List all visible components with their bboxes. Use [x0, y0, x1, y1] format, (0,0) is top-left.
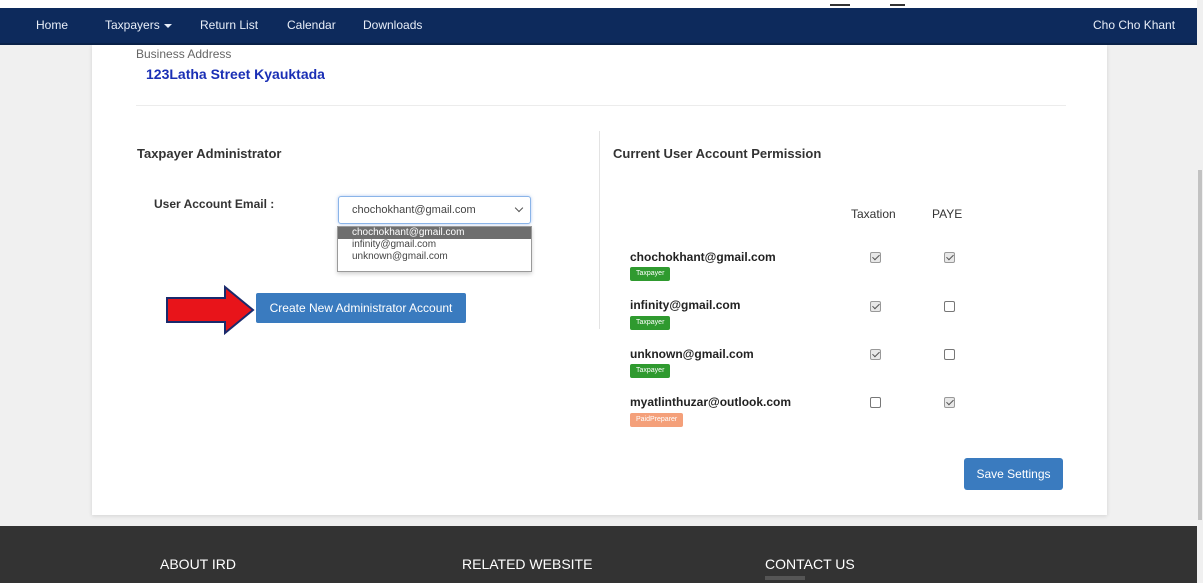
- nav-return-list[interactable]: Return List: [200, 18, 258, 32]
- nav-taxpayers[interactable]: Taxpayers: [105, 18, 172, 32]
- caret-down-icon: [163, 23, 172, 28]
- nav-home[interactable]: Home: [36, 18, 68, 32]
- footer-related-heading: RELATED WEBSITE: [462, 556, 593, 572]
- footer-contact-underline: [765, 576, 805, 580]
- top-decoration: [830, 0, 850, 6]
- nav-user-name[interactable]: Cho Cho Khant: [1093, 18, 1175, 32]
- taxpayer-admin-title: Taxpayer Administrator: [137, 146, 282, 161]
- dropdown-option[interactable]: infinity@gmail.com: [338, 239, 531, 251]
- user-email-select[interactable]: chochokhant@gmail.com: [338, 196, 531, 224]
- top-decoration: [890, 0, 905, 6]
- business-address-label: Business Address: [136, 47, 232, 61]
- create-admin-account-button[interactable]: Create New Administrator Account: [256, 293, 466, 323]
- save-settings-button[interactable]: Save Settings: [964, 458, 1063, 490]
- user-email-label: User Account Email :: [154, 197, 275, 211]
- page-scrollbar[interactable]: [1197, 0, 1203, 583]
- permission-email: infinity@gmail.com: [630, 298, 741, 312]
- taxation-checkbox[interactable]: [870, 301, 881, 312]
- taxation-checkbox[interactable]: [870, 349, 881, 360]
- permission-email: unknown@gmail.com: [630, 347, 754, 361]
- footer-contact-heading: CONTACT US: [765, 556, 855, 572]
- red-arrow-annotation: [166, 285, 255, 335]
- email-dropdown-list: chochokhant@gmail.com infinity@gmail.com…: [337, 226, 532, 272]
- taxpayer-card: Business Address 123Latha Street Kyaukta…: [92, 45, 1107, 515]
- nav-taxpayers-label: Taxpayers: [105, 18, 160, 32]
- permissions-title: Current User Account Permission: [613, 146, 822, 161]
- role-badge: Taxpayer: [630, 364, 671, 378]
- role-badge: Taxpayer: [630, 316, 671, 330]
- selected-email-value: chochokhant@gmail.com: [352, 204, 476, 216]
- taxation-checkbox[interactable]: [870, 252, 881, 263]
- dropdown-option[interactable]: chochokhant@gmail.com: [338, 227, 531, 239]
- chevron-down-icon: [514, 203, 524, 213]
- paye-checkbox[interactable]: [944, 252, 955, 263]
- footer-about-heading: ABOUT IRD: [160, 556, 236, 572]
- role-badge: Taxpayer: [630, 267, 671, 281]
- top-navbar: Home Taxpayers Return List Calendar Down…: [0, 8, 1197, 45]
- paye-checkbox[interactable]: [944, 301, 955, 312]
- column-header-paye: PAYE: [932, 207, 963, 221]
- column-header-taxation: Taxation: [851, 207, 896, 221]
- nav-calendar[interactable]: Calendar: [287, 18, 336, 32]
- site-footer: ABOUT IRD RELATED WEBSITE CONTACT US: [0, 526, 1197, 583]
- permission-email: chochokhant@gmail.com: [630, 250, 776, 264]
- business-address-value: 123Latha Street Kyauktada: [146, 66, 325, 82]
- role-badge: PaidPreparer: [630, 413, 684, 427]
- taxation-checkbox[interactable]: [870, 397, 881, 408]
- dropdown-option[interactable]: unknown@gmail.com: [338, 251, 531, 263]
- permission-email: myatlinthuzar@outlook.com: [630, 395, 792, 409]
- column-divider: [599, 131, 600, 329]
- paye-checkbox[interactable]: [944, 397, 955, 408]
- paye-checkbox[interactable]: [944, 349, 955, 360]
- top-strip: [0, 0, 1197, 8]
- scrollbar-thumb[interactable]: [1198, 170, 1202, 520]
- nav-downloads[interactable]: Downloads: [363, 18, 422, 32]
- section-divider: [136, 105, 1066, 106]
